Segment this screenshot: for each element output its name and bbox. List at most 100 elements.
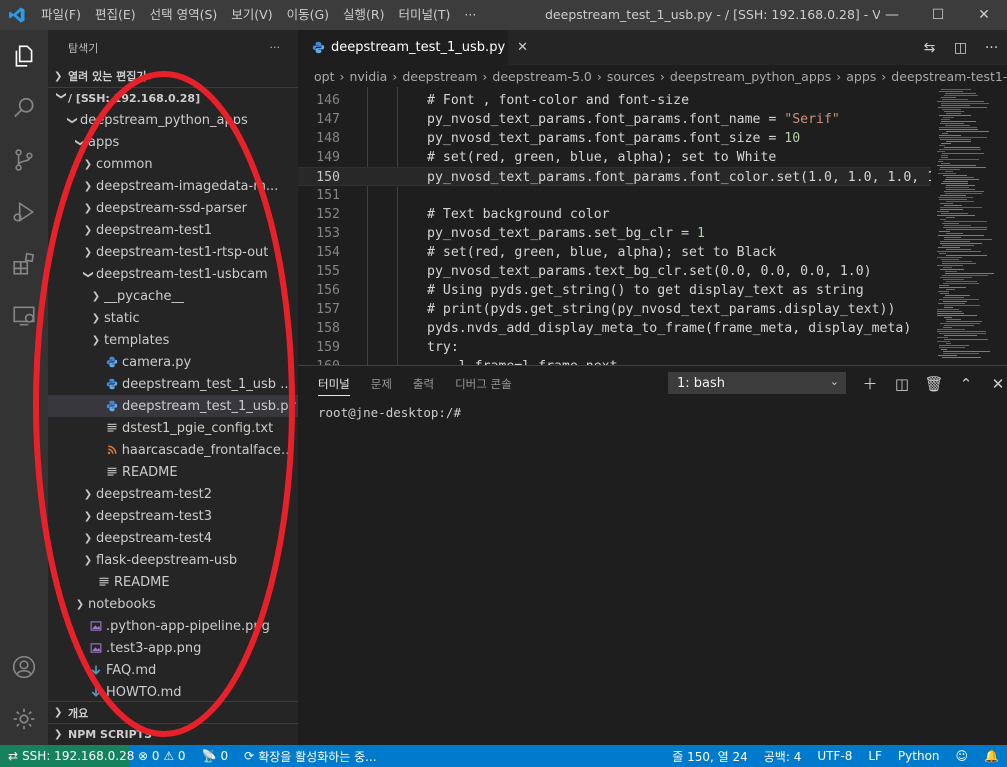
close-panel-button[interactable]: ✕ — [982, 375, 1007, 393]
run-debug-icon[interactable] — [0, 186, 48, 238]
kill-terminal-button[interactable]: 🗑 — [918, 375, 950, 393]
terminal-select[interactable]: 1: bash ⌄ — [668, 372, 846, 394]
problems-status[interactable]: ⊗ 0 ⚠ 0 — [130, 749, 194, 763]
code-line[interactable]: 157 # print(pyds.get_string(py_nvosd_text… — [298, 300, 931, 319]
code-line[interactable]: 160 l_frame=l_frame.next — [298, 357, 931, 365]
tree-folder[interactable]: ❯ deepstream-test4 — [48, 527, 298, 549]
tab-output[interactable]: 출력 — [413, 366, 434, 401]
npm-scripts-section[interactable]: ❯ NPM SCRIPTS — [48, 723, 298, 745]
menu-selection[interactable]: 선택 영역(S) — [143, 0, 225, 30]
code-editor[interactable]: 146 # Font , font-color and font-size 147 p… — [298, 87, 931, 365]
menu-terminal[interactable]: 터미널(T) — [392, 0, 458, 30]
remote-indicator[interactable]: ⇄ SSH: 192.168.0.28 — [0, 745, 134, 767]
code-line[interactable]: 146 # Font , font-color and font-size — [298, 91, 931, 110]
tree-folder[interactable]: ❯ common — [48, 153, 298, 175]
tree-folder[interactable]: ❯ deepstream-test2 — [48, 483, 298, 505]
tree-file[interactable]: deepstream_test_1_usb.py — [48, 395, 298, 417]
search-icon[interactable] — [0, 82, 48, 134]
tab-problems[interactable]: 문제 — [371, 366, 392, 401]
menu-run[interactable]: 실행(R) — [336, 0, 391, 30]
tree-file[interactable]: camera.py — [48, 351, 298, 373]
menu-file[interactable]: 파일(F) — [34, 0, 88, 30]
menu-go[interactable]: 이동(G) — [280, 0, 336, 30]
tree-file[interactable]: HOWTO.md — [48, 681, 298, 703]
tree-folder[interactable]: ❯ static — [48, 307, 298, 329]
tree-file[interactable]: .test3-app.png — [48, 637, 298, 659]
breadcrumb-item[interactable]: deepstream-5.0 — [492, 69, 591, 84]
tree-folder[interactable]: ❯ flask-deepstream-usb — [48, 549, 298, 571]
code-line[interactable]: 155 py_nvosd_text_params.text_bg_clr.set(… — [298, 262, 931, 281]
tree-folder[interactable]: ❯ deepstream-test1 — [48, 219, 298, 241]
menu-view[interactable]: 보기(V) — [224, 0, 279, 30]
explorer-icon[interactable] — [0, 30, 48, 82]
code-line[interactable]: 149 # set(red, green, blue, alpha); set t… — [298, 148, 931, 167]
maximize-button[interactable]: ☐ — [915, 0, 961, 30]
tree-file[interactable]: deepstream_test_1_usb ... — [48, 373, 298, 395]
tree-folder[interactable]: ❯ deepstream-test3 — [48, 505, 298, 527]
tree-file[interactable]: dstest1_pgie_config.txt — [48, 417, 298, 439]
breadcrumb-item[interactable]: apps — [846, 69, 876, 84]
split-terminal-button[interactable]: ◫ — [886, 375, 918, 393]
open-changes-icon[interactable]: ⇆ — [914, 40, 945, 56]
terminal-prompt[interactable]: root@jne-desktop:/# — [318, 405, 461, 420]
tree-folder[interactable]: ❯ deepstream_python_apps — [48, 109, 298, 131]
breadcrumb-item[interactable]: deepstream — [402, 69, 477, 84]
tree-folder[interactable]: ❯ __pycache__ — [48, 285, 298, 307]
split-editor-icon[interactable]: ◫ — [945, 40, 976, 56]
code-line[interactable]: 154 # set(red, green, blue, alpha); set t… — [298, 243, 931, 262]
code-line[interactable]: 156 # Using pyds.get_string() to get disp… — [298, 281, 931, 300]
breadcrumb-item[interactable]: opt — [314, 69, 334, 84]
outline-section[interactable]: ❯ 개요 — [48, 701, 298, 723]
more-actions-button[interactable]: ··· — [270, 41, 281, 54]
workspace-root-section[interactable]: ❯ / [SSH: 192.168.0.28] — [48, 87, 298, 109]
tree-file[interactable]: .python-app-pipeline.png — [48, 615, 298, 637]
code-line[interactable]: 150 py_nvosd_text_params.font_params.font… — [298, 167, 931, 186]
editor-tab[interactable]: deepstream_test_1_usb.py ✕ — [298, 30, 528, 65]
end-of-line[interactable]: LF — [860, 749, 890, 763]
code-line[interactable]: 153 py_nvosd_text_params.set_bg_clr = 1 — [298, 224, 931, 243]
encoding[interactable]: UTF-8 — [809, 749, 860, 763]
notifications-bell-icon[interactable]: 🔔 — [976, 749, 1007, 763]
extensions-icon[interactable] — [0, 238, 48, 290]
cursor-position[interactable]: 줄 150, 열 24 — [664, 748, 756, 765]
menu-more[interactable]: ··· — [457, 0, 483, 30]
breadcrumb-item[interactable]: sources — [607, 69, 655, 84]
menu-edit[interactable]: 편집(E) — [88, 0, 143, 30]
tree-folder[interactable]: ❯ apps — [48, 131, 298, 153]
minimize-button[interactable]: — — [869, 0, 915, 30]
tree-file[interactable]: FAQ.md — [48, 659, 298, 681]
code-line[interactable]: 147 py_nvosd_text_params.font_params.font… — [298, 110, 931, 129]
tree-file[interactable]: haarcascade_frontalface_... — [48, 439, 298, 461]
tree-folder[interactable]: ❯ deepstream-test1-rtsp-out — [48, 241, 298, 263]
tab-terminal[interactable]: 터미널 — [318, 366, 350, 401]
tree-file[interactable]: README — [48, 571, 298, 593]
close-window-button[interactable]: ✕ — [961, 0, 1007, 30]
tab-debug-console[interactable]: 디버그 콘솔 — [455, 366, 512, 401]
code-line[interactable]: 159 try: — [298, 338, 931, 357]
tree-folder[interactable]: ❯ notebooks — [48, 593, 298, 615]
tree-folder[interactable]: ❯ deepstream-ssd-parser — [48, 197, 298, 219]
tree-folder[interactable]: ❯ templates — [48, 329, 298, 351]
new-terminal-button[interactable]: ＋ — [854, 373, 886, 394]
ports-status[interactable]: 📡 0 — [194, 749, 237, 763]
feedback-icon[interactable]: ☺ — [948, 749, 977, 763]
more-actions-icon[interactable]: ··· — [976, 40, 1007, 56]
tree-file[interactable]: README — [48, 461, 298, 483]
remote-explorer-icon[interactable] — [0, 290, 48, 342]
code-line[interactable]: 158 pyds.nvds_add_display_meta_to_frame(f… — [298, 319, 931, 338]
maximize-panel-button[interactable]: ⌃ — [950, 375, 982, 393]
breadcrumb-item[interactable]: deepstream_python_apps — [670, 69, 831, 84]
code-line[interactable]: 148 py_nvosd_text_params.font_params.font… — [298, 129, 931, 148]
indentation[interactable]: 공백: 4 — [756, 748, 810, 765]
settings-gear-icon[interactable] — [0, 693, 48, 745]
tree-folder[interactable]: ❯ deepstream-imagedata-m... — [48, 175, 298, 197]
open-editors-section[interactable]: ❯ 열려 있는 편집기 — [48, 65, 298, 87]
language-mode[interactable]: Python — [890, 749, 948, 763]
close-tab-button[interactable]: ✕ — [517, 40, 528, 55]
account-icon[interactable] — [0, 641, 48, 693]
tree-folder[interactable]: ❯ deepstream-test1-usbcam — [48, 263, 298, 285]
minimap[interactable] — [931, 87, 1007, 365]
source-control-icon[interactable] — [0, 134, 48, 186]
code-line[interactable]: 151 — [298, 186, 931, 205]
breadcrumb-item[interactable]: nvidia — [349, 69, 387, 84]
